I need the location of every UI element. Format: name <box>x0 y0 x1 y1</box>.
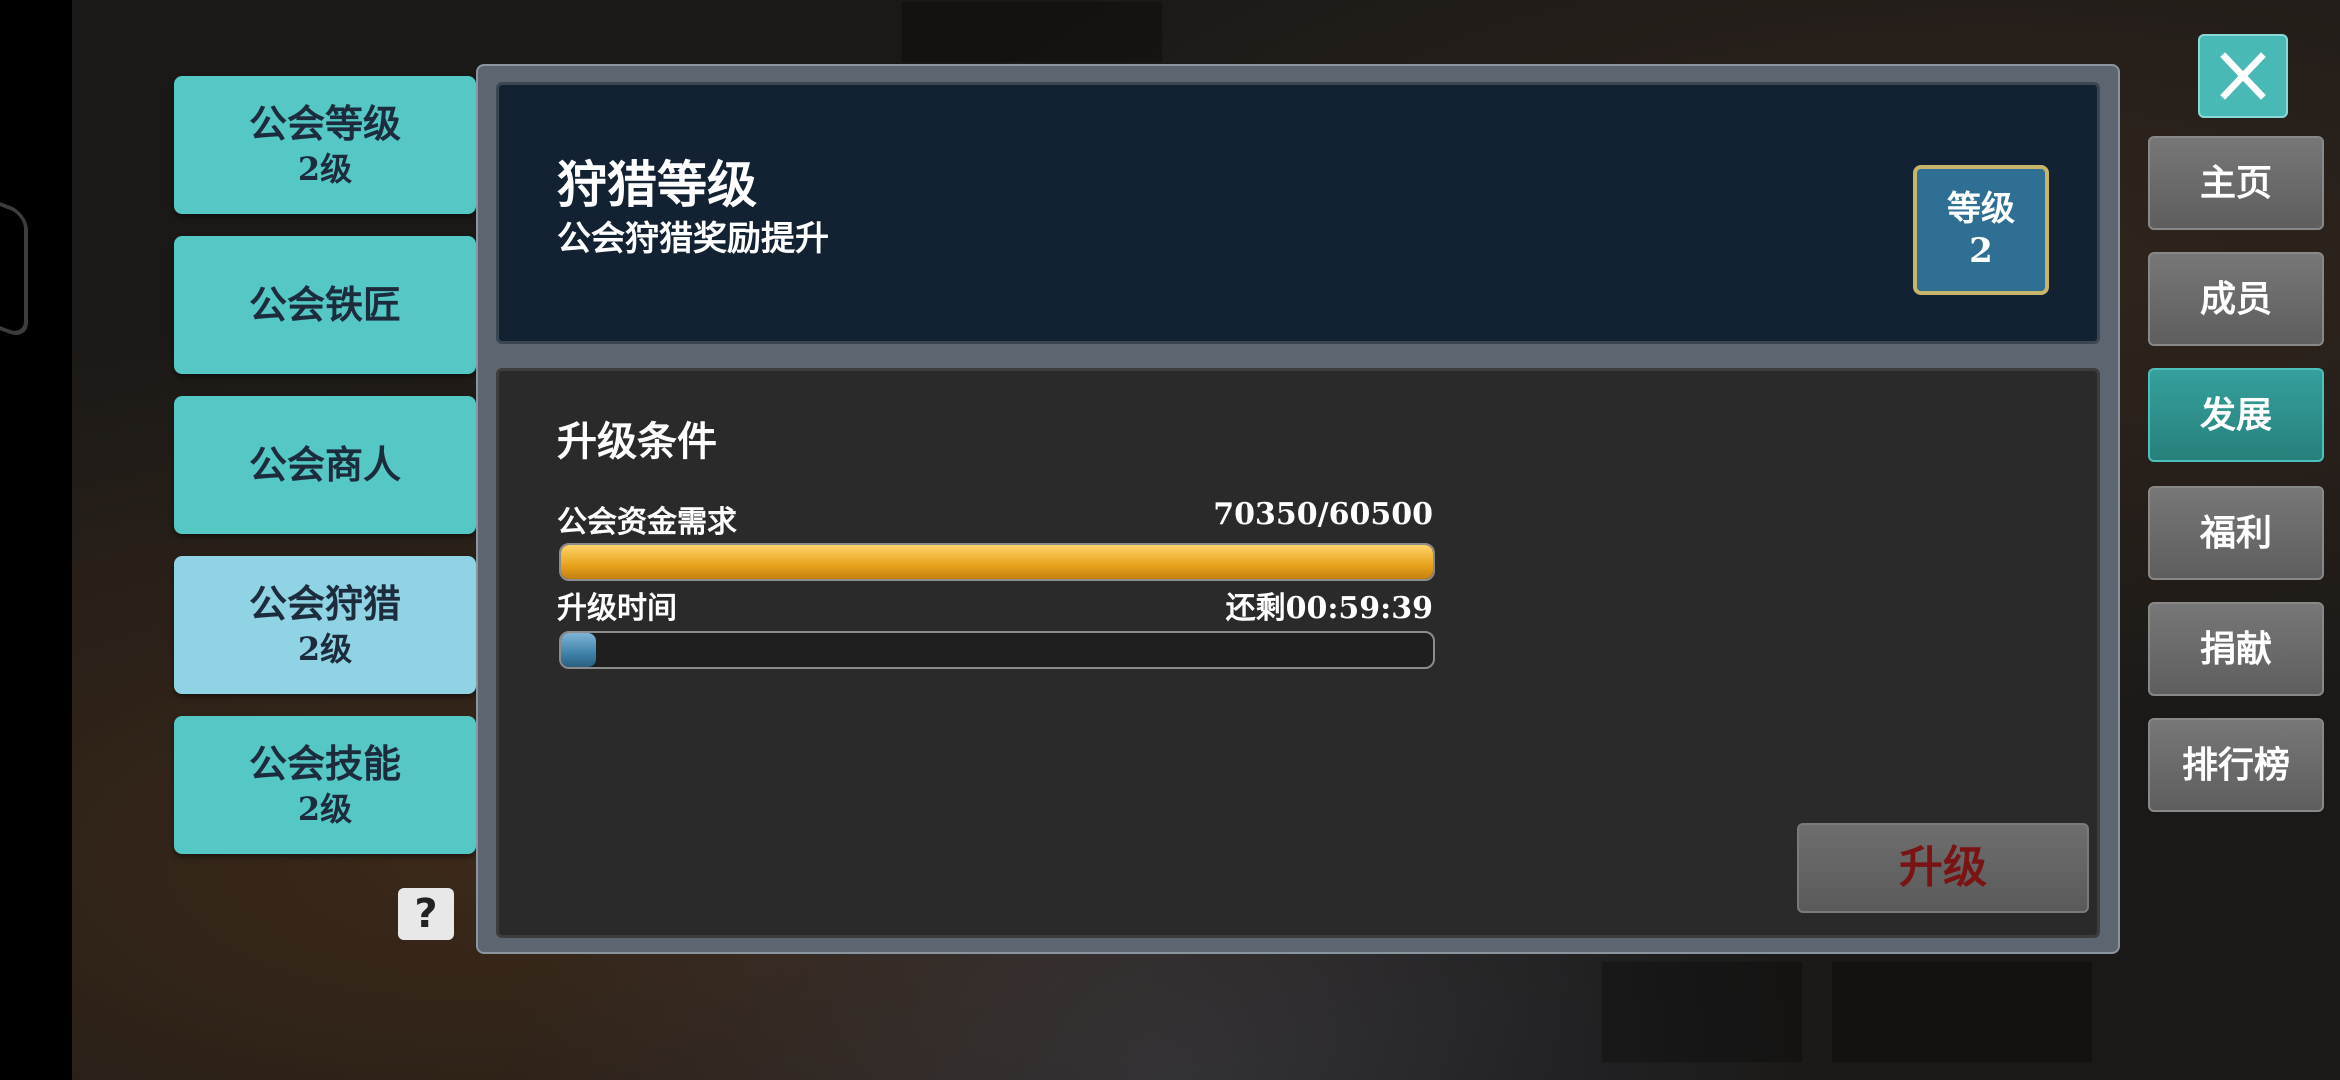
funds-label: 公会资金需求 <box>557 505 737 540</box>
time-progress-bar <box>559 631 1435 669</box>
tab-guild-level[interactable]: 公会等级 2级 <box>174 76 476 214</box>
tab-label: 公会等级 <box>248 101 401 146</box>
tab-guild-blacksmith[interactable]: 公会铁匠 <box>174 236 476 374</box>
page-title: 狩猎等级 <box>557 155 757 214</box>
funds-progress-bar <box>559 543 1435 581</box>
tab-label: 公会铁匠 <box>248 282 401 327</box>
tab-guild-skills[interactable]: 公会技能 2级 <box>174 716 476 854</box>
level-value: 2 <box>1969 231 1993 271</box>
level-badge: 等级 2 <box>1913 165 2049 295</box>
conditions-title: 升级条件 <box>557 418 717 465</box>
tab-welfare[interactable]: 福利 <box>2148 486 2324 580</box>
tab-members[interactable]: 成员 <box>2148 252 2324 346</box>
background-tile <box>1830 960 2094 1064</box>
tab-leaderboard[interactable]: 排行榜 <box>2148 718 2324 812</box>
close-icon[interactable] <box>2198 34 2288 118</box>
screen-edge <box>0 0 72 1080</box>
tab-home[interactable]: 主页 <box>2148 136 2324 230</box>
tab-level: 2级 <box>297 790 353 828</box>
tab-level: 2级 <box>297 630 353 668</box>
tab-label: 公会狩猎 <box>248 581 401 626</box>
time-label: 升级时间 <box>557 591 677 626</box>
conditions-panel: 升级条件 公会资金需求 70350/60500 升级时间 还剩00:59:39 … <box>496 368 2100 938</box>
background-tile <box>1600 960 1804 1064</box>
tab-level: 2级 <box>297 150 353 188</box>
header-panel: 狩猎等级 公会狩猎奖励提升 等级 2 <box>496 82 2100 344</box>
tab-label: 公会商人 <box>248 442 401 487</box>
time-remaining: 还剩00:59:39 <box>1225 591 1433 626</box>
background-tile <box>900 0 1164 64</box>
time-progress-fill <box>561 633 596 667</box>
tab-guild-hunting[interactable]: 公会狩猎 2级 <box>174 556 476 694</box>
main-panel: 狩猎等级 公会狩猎奖励提升 等级 2 升级条件 公会资金需求 70350/605… <box>476 64 2120 954</box>
level-label: 等级 <box>1947 189 2015 229</box>
tab-donate[interactable]: 捐献 <box>2148 602 2324 696</box>
tab-guild-merchant[interactable]: 公会商人 <box>174 396 476 534</box>
funds-value: 70350/60500 <box>1213 497 1433 532</box>
tab-label: 公会技能 <box>248 741 401 786</box>
question-mark-icon[interactable]: ? <box>398 888 454 940</box>
funds-progress-fill <box>561 545 1433 579</box>
upgrade-button[interactable]: 升级 <box>1797 823 2089 913</box>
page-subtitle: 公会狩猎奖励提升 <box>557 219 829 259</box>
tab-development[interactable]: 发展 <box>2148 368 2324 462</box>
